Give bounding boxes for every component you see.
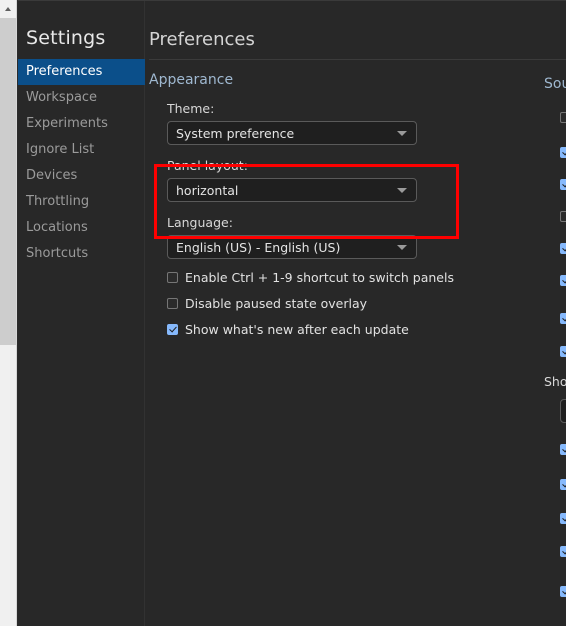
checkbox-label: Show what's new after each update [185, 322, 409, 337]
theme-field: Theme: System preference [146, 101, 566, 145]
checkbox-disable-paused-overlay[interactable] [167, 298, 178, 309]
page-title: Preferences [149, 29, 255, 50]
right-checkbox[interactable] [560, 513, 566, 524]
language-select[interactable]: English (US) - English (US) [167, 235, 417, 259]
right-checkbox[interactable] [560, 112, 566, 123]
theme-select[interactable]: System preference [167, 121, 417, 145]
sidebar-item-throttling[interactable]: Throttling [18, 189, 144, 215]
chevron-down-icon [397, 131, 407, 136]
panel-layout-select-value: horizontal [176, 182, 239, 198]
chevron-down-icon [397, 188, 407, 193]
language-field: Language: English (US) - English (US) [146, 215, 566, 259]
checkbox-label: Enable Ctrl + 1-9 shortcut to switch pan… [185, 270, 454, 285]
section-heading-shortcuts: Shortcuts [544, 374, 566, 389]
language-label: Language: [167, 215, 233, 230]
panel-layout-field: Panel layout: horizontal [146, 158, 566, 202]
scrollbar-thumb[interactable] [0, 18, 16, 345]
right-checkbox[interactable] [560, 586, 566, 597]
right-checkbox[interactable] [560, 479, 566, 490]
settings-sidebar: Settings Preferences Workspace Experimen… [18, 1, 145, 626]
right-checkbox[interactable] [560, 346, 566, 357]
checkbox-enable-ctrl-shortcut[interactable] [167, 272, 178, 283]
devtools-settings-panel: Settings Preferences Workspace Experimen… [18, 0, 566, 626]
checkbox-label: Disable paused state overlay [185, 296, 368, 311]
panel-layout-select[interactable]: horizontal [167, 178, 417, 202]
sidebar-item-shortcuts[interactable]: Shortcuts [18, 241, 144, 267]
preferences-pane: Preferences Appearance Theme: System pre… [146, 1, 566, 626]
right-checkbox[interactable] [560, 275, 566, 286]
checkbox-show-whats-new[interactable] [167, 324, 178, 335]
right-checkbox[interactable] [560, 147, 566, 158]
sidebar-item-experiments[interactable]: Experiments [18, 111, 144, 137]
theme-label: Theme: [167, 101, 215, 116]
sidebar-item-ignore-list[interactable]: Ignore List [18, 137, 144, 163]
section-heading-sources: Sources [544, 76, 566, 92]
checkbox-row-enable-ctrl-shortcut[interactable]: Enable Ctrl + 1-9 shortcut to switch pan… [146, 270, 566, 285]
panel-layout-label: Panel layout: [167, 158, 248, 173]
checkbox-row-show-whats-new[interactable]: Show what's new after each update [146, 322, 566, 337]
right-checkbox[interactable] [560, 546, 566, 557]
right-checkbox[interactable] [560, 313, 566, 324]
sidebar-item-workspace[interactable]: Workspace [18, 85, 144, 111]
settings-window: Settings Preferences Workspace Experimen… [0, 0, 566, 626]
scroll-up-arrow-icon[interactable] [0, 0, 16, 17]
section-heading-appearance: Appearance [149, 72, 234, 88]
right-checkbox[interactable] [560, 243, 566, 254]
chevron-down-icon [397, 245, 407, 250]
vertical-scrollbar[interactable] [0, 0, 17, 626]
right-checkbox[interactable] [560, 179, 566, 190]
sidebar-item-preferences[interactable]: Preferences [18, 59, 145, 85]
sidebar-item-locations[interactable]: Locations [18, 215, 144, 241]
right-checkbox[interactable] [560, 444, 566, 455]
right-checkbox[interactable] [560, 211, 566, 222]
theme-select-value: System preference [176, 125, 295, 141]
settings-title: Settings [26, 27, 106, 49]
right-settings-column: Sources Shortcuts [538, 1, 566, 626]
checkbox-row-disable-paused-overlay[interactable]: Disable paused state overlay [146, 296, 566, 311]
sidebar-item-devices[interactable]: Devices [18, 163, 144, 189]
language-select-value: English (US) - English (US) [176, 239, 341, 255]
right-text-input[interactable] [560, 399, 566, 423]
